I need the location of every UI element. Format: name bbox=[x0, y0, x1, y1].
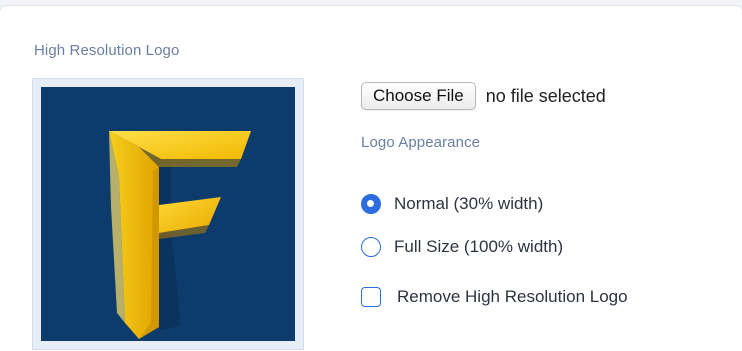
logo-settings-panel: High Resolution Logo Choose File no file… bbox=[0, 6, 742, 351]
radio-normal[interactable] bbox=[361, 194, 381, 214]
option-label-full-size: Full Size (100% width) bbox=[394, 237, 564, 256]
appearance-option-full-size[interactable]: Full Size (100% width) bbox=[361, 237, 563, 257]
remove-logo-option[interactable]: Remove High Resolution Logo bbox=[361, 287, 628, 307]
file-upload-row: Choose File no file selected bbox=[361, 82, 606, 110]
file-status-text: no file selected bbox=[485, 85, 606, 106]
high-resolution-logo-label: High Resolution Logo bbox=[34, 42, 180, 59]
remove-logo-checkbox[interactable] bbox=[361, 287, 381, 307]
appearance-option-normal[interactable]: Normal (30% width) bbox=[361, 194, 543, 214]
option-label-normal: Normal (30% width) bbox=[394, 194, 544, 213]
radio-full-size[interactable] bbox=[361, 237, 381, 257]
remove-logo-label: Remove High Resolution Logo bbox=[397, 287, 628, 306]
logo-appearance-label: Logo Appearance bbox=[361, 134, 481, 151]
logo-preview-image bbox=[41, 87, 295, 341]
letter-f-logo-icon bbox=[109, 131, 251, 339]
choose-file-button[interactable]: Choose File bbox=[361, 82, 476, 110]
logo-preview-frame bbox=[32, 78, 304, 350]
